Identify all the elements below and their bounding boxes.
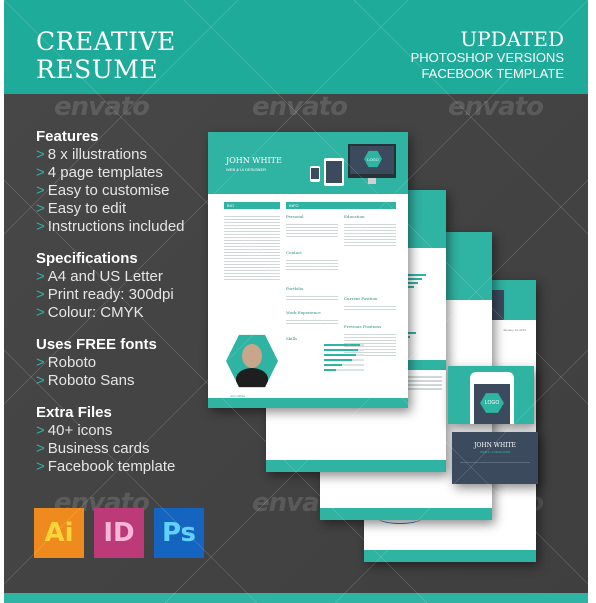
subtitle-facebook: FACEBOOK TEMPLATE: [421, 66, 564, 81]
feature-item: > Easy to edit: [36, 200, 127, 217]
extra-item: > Business cards: [36, 440, 150, 457]
indesign-icon: ID: [94, 508, 144, 558]
promo-banner: CREATIVE RESUME UPDATED PHOTOSHOP VERSIO…: [4, 0, 588, 603]
monitor-illustration: LOGO: [348, 144, 396, 178]
watermark: envato: [252, 92, 348, 122]
fonts-section: Uses FREE fonts > Roboto > Roboto Sans: [36, 336, 157, 390]
section-title: Uses FREE fonts: [36, 336, 157, 353]
skill-level-bar: [324, 344, 364, 346]
previous-positions-heading: Previous Positions: [344, 324, 382, 329]
skills-heading: Skills: [286, 336, 298, 341]
page-footer: [364, 550, 536, 562]
skill-level-bar: [324, 364, 364, 366]
feature-item: >4 page templates: [36, 164, 163, 181]
section-title: Specifications: [36, 250, 138, 267]
resume-page-main: JOHN WHITE WEB & UI DESIGNER LOGO BIO IN…: [208, 132, 408, 408]
watermark: envato: [54, 92, 150, 122]
skill-level-bar: [324, 359, 364, 361]
features-section: Features >8 x illustrations >4 page temp…: [36, 128, 185, 236]
spec-item: > Print ready: 300dpi: [36, 286, 174, 303]
feature-item: > Instructions included: [36, 218, 185, 235]
updated-label: UPDATED: [460, 27, 564, 51]
section-title: Extra Files: [36, 404, 112, 421]
page-footer: [208, 398, 408, 408]
spec-item: > Colour: CMYK: [36, 304, 144, 321]
bottom-accent-bar: [4, 593, 588, 603]
card-role: WEB & UI DESIGNER: [479, 450, 510, 454]
phone-illustration: [310, 166, 320, 182]
profile-photo: [226, 334, 278, 388]
font-item: > Roboto: [36, 354, 97, 371]
info-heading: INFO: [286, 202, 396, 209]
current-position-heading: Current Position: [344, 296, 378, 301]
subtitle-photoshop: PHOTOSHOP VERSIONS: [410, 50, 564, 65]
letter-date: January 1st 2015: [502, 328, 526, 332]
extra-files-section: Extra Files >40+ icons > Business cards >…: [36, 404, 175, 476]
skill-bars: [324, 344, 366, 374]
portfolio-heading: Portfolio: [286, 286, 304, 291]
resume-header: JOHN WHITE WEB & UI DESIGNER LOGO: [208, 132, 408, 194]
business-card-back: JOHN WHITE WEB & UI DESIGNER: [452, 432, 538, 484]
work-experience-heading: Work Experience: [286, 310, 321, 315]
skill-level-bar: [324, 349, 364, 351]
spec-item: > A4 and US Letter: [36, 268, 163, 285]
title-line-2: RESUME: [36, 55, 159, 84]
extra-item: > Facebook template: [36, 458, 176, 475]
title-line-1: CREATIVE: [36, 27, 176, 56]
feature-item: > Easy to customise: [36, 182, 170, 199]
contact-heading: Contact: [286, 250, 302, 255]
specifications-section: Specifications > A4 and US Letter > Print …: [36, 250, 174, 322]
header-banner: CREATIVE RESUME UPDATED PHOTOSHOP VERSIO…: [4, 0, 588, 94]
font-item: > Roboto Sans: [36, 372, 135, 389]
feature-item: >8 x illustrations: [36, 146, 147, 163]
tablet-illustration: [324, 158, 344, 186]
skill-level-bar: [324, 369, 364, 371]
photoshop-icon: Ps: [154, 508, 204, 558]
bio-heading: BIO: [224, 202, 280, 209]
illustrator-icon: Ai: [34, 508, 84, 558]
skill-level-bar: [324, 354, 364, 356]
extra-item: >40+ icons: [36, 422, 113, 439]
personal-heading: Personal: [286, 214, 304, 219]
page-footer: [320, 508, 492, 520]
resume-name: JOHN WHITE: [226, 156, 282, 165]
education-heading: Education: [344, 214, 365, 219]
card-name: JOHN WHITE: [474, 442, 516, 449]
section-title: Features: [36, 128, 99, 145]
resume-role: WEB & UI DESIGNER: [226, 167, 267, 172]
page-footer: [266, 460, 446, 472]
watermark: envato: [448, 92, 544, 122]
business-card-front: LOGO: [448, 366, 534, 424]
